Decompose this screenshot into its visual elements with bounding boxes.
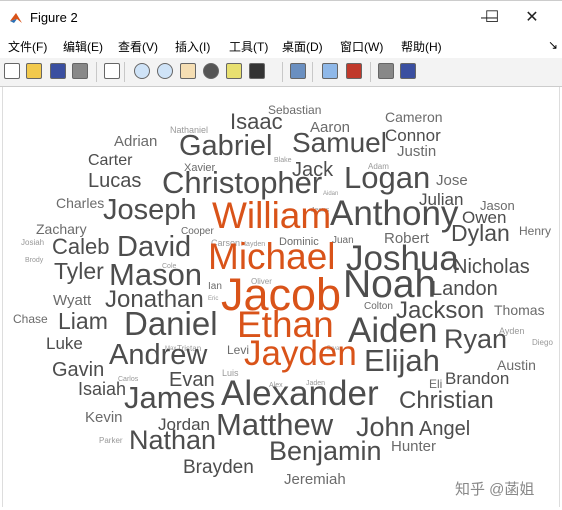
show-plot-tools-icon[interactable] — [400, 63, 416, 79]
word-dylan: Dylan — [451, 220, 510, 247]
word-parker: Parker — [99, 436, 123, 446]
legend-icon[interactable] — [346, 63, 362, 79]
word-anthony: Anthony — [330, 193, 459, 233]
menu-overflow-icon[interactable]: ↘ — [548, 38, 558, 52]
word-henry: Henry — [519, 223, 552, 238]
new-file-icon[interactable] — [4, 63, 20, 79]
word-gavin: Gavin — [52, 358, 105, 381]
menu-item[interactable]: 窗口(W) — [340, 38, 383, 55]
word-diego: Diego — [532, 338, 553, 348]
word-wyatt: Wyatt — [53, 292, 92, 310]
pan-icon[interactable] — [180, 63, 196, 79]
word-alexander: Alexander — [221, 373, 379, 413]
pointer-icon[interactable] — [104, 63, 120, 79]
word-carter: Carter — [88, 152, 133, 170]
toolbar-separator — [282, 62, 283, 82]
maximize-button[interactable]: ☐ — [477, 7, 507, 29]
word-adrian: Adrian — [114, 133, 158, 151]
word-nathan: Nathan — [129, 424, 217, 455]
matlab-logo-icon — [10, 13, 22, 23]
word-chase: Chase — [13, 311, 48, 326]
word-daniel: Daniel — [124, 305, 218, 343]
word-kevin: Kevin — [85, 409, 123, 427]
title-bar: Figure 2 — ☐ ✕ — [0, 0, 562, 35]
word-liam: Liam — [58, 308, 108, 335]
word-benjamin: Benjamin — [269, 435, 382, 466]
data-cursor-icon[interactable] — [226, 63, 242, 79]
word-tyler: Tyler — [54, 258, 104, 285]
word-james: James — [124, 380, 216, 416]
brush-icon[interactable] — [249, 63, 265, 79]
colorbar-icon[interactable] — [322, 63, 338, 79]
word-landon: Landon — [431, 277, 498, 300]
word-ryan: Ryan — [444, 323, 508, 354]
zoom-out-icon[interactable] — [157, 63, 173, 79]
word-elijah: Elijah — [364, 343, 440, 379]
watermark: 知乎 @菡姐 — [455, 481, 535, 498]
hide-plot-tools-icon[interactable] — [378, 63, 394, 79]
word-hunter: Hunter — [391, 438, 437, 456]
menu-item[interactable]: 查看(V) — [118, 38, 158, 55]
rotate-3d-icon[interactable] — [203, 63, 219, 79]
word-cameron: Cameron — [385, 109, 443, 126]
word-ayden: Ayden — [499, 325, 525, 336]
menu-item[interactable]: 帮助(H) — [401, 38, 442, 55]
print-icon[interactable] — [72, 63, 88, 79]
word-blake: Blake — [274, 157, 292, 165]
word-thomas: Thomas — [494, 302, 545, 319]
word-caleb: Caleb — [52, 234, 110, 260]
word-gabriel: Gabriel — [179, 129, 273, 162]
word-justin: Justin — [397, 143, 437, 161]
open-folder-icon[interactable] — [26, 63, 42, 79]
word-samuel: Samuel — [292, 126, 387, 158]
save-icon[interactable] — [50, 63, 66, 79]
menu-item[interactable]: 桌面(D) — [282, 38, 323, 55]
word-ian: Ian — [208, 280, 222, 292]
menu-bar: 文件(F) 编辑(E) 查看(V) 插入(I) 工具(T) 桌面(D) 窗口(W) 帮助(H)… — [0, 34, 562, 58]
word-connor: Connor — [385, 125, 441, 145]
menu-item[interactable]: 插入(I) — [175, 38, 210, 55]
toolbar-separator — [312, 62, 313, 82]
figure-canvas: Sebastian Isaac Nathaniel Aaron Cameron Conno… — [2, 87, 560, 507]
zoom-in-icon[interactable] — [134, 63, 150, 79]
word-nicholas: Nicholas — [453, 255, 530, 278]
menu-item[interactable]: 文件(F) — [8, 38, 47, 55]
close-button[interactable]: ✕ — [517, 7, 547, 29]
word-andrew: Andrew — [109, 338, 208, 371]
toolbar — [0, 58, 562, 87]
menu-item[interactable]: 编辑(E) — [63, 38, 103, 55]
link-plot-icon[interactable] — [290, 63, 306, 79]
word-lucas: Lucas — [88, 169, 142, 192]
toolbar-separator — [124, 62, 125, 82]
word-joseph: Joseph — [103, 193, 197, 226]
word-brandon: Brandon — [445, 368, 510, 388]
window-title: Figure 2 — [30, 10, 78, 25]
word-william: William — [212, 194, 332, 236]
word-jayden: Jayden — [244, 333, 357, 373]
word-christian: Christian — [399, 387, 494, 415]
word-angel: Angel — [419, 417, 471, 440]
word-charles: Charles — [56, 195, 105, 212]
word-jose: Jose — [436, 172, 468, 190]
toolbar-separator — [96, 62, 97, 82]
menu-item[interactable]: 工具(T) — [229, 38, 268, 55]
word-eric: Eric — [208, 296, 219, 303]
word-brody: Brody — [25, 257, 44, 265]
word-josiah: Josiah — [21, 238, 45, 248]
toolbar-separator — [370, 62, 371, 82]
word-logan: Logan — [344, 160, 431, 196]
word-isaiah: Isaiah — [78, 378, 127, 399]
word-brayden: Brayden — [183, 456, 254, 478]
word-jeremiah: Jeremiah — [284, 471, 346, 489]
word-luke: Luke — [46, 333, 83, 353]
